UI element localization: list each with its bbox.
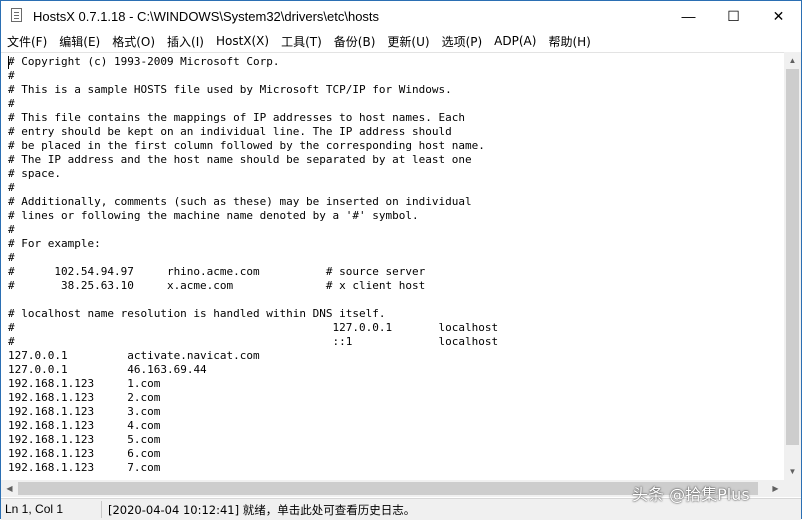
menu-hostx[interactable]: HostX(X): [210, 34, 275, 48]
hosts-file-content[interactable]: # Copyright (c) 1993-2009 Microsoft Corp…: [1, 53, 784, 475]
menu-format[interactable]: 格式(O): [106, 33, 161, 50]
maximize-button[interactable]: ☐: [711, 1, 756, 31]
menu-insert[interactable]: 插入(I): [161, 33, 210, 50]
menu-options[interactable]: 选项(P): [436, 33, 489, 50]
notepad-page-icon[interactable]: [9, 8, 25, 24]
vertical-scrollbar[interactable]: ▲ ▼: [784, 52, 801, 480]
scroll-down-arrow-icon[interactable]: ▼: [784, 463, 801, 480]
minimize-button[interactable]: —: [666, 1, 711, 31]
caption-buttons: — ☐ ✕: [666, 1, 801, 31]
text-caret: [8, 56, 9, 69]
menu-edit[interactable]: 编辑(E): [53, 33, 106, 50]
scroll-up-arrow-icon[interactable]: ▲: [784, 52, 801, 69]
vertical-scroll-thumb[interactable]: [786, 69, 799, 445]
menu-adp[interactable]: ADP(A): [488, 34, 542, 48]
app-window: HostsX 0.7.1.18 - C:\WINDOWS\System32\dr…: [0, 0, 802, 520]
scrollbar-corner: [784, 480, 801, 497]
scroll-right-arrow-icon[interactable]: ▶: [767, 480, 784, 497]
cursor-position: Ln 1, Col 1: [1, 501, 102, 518]
watermark-text: 头条 @拾集Plus: [632, 485, 750, 504]
close-button[interactable]: ✕: [756, 1, 801, 31]
menu-tools[interactable]: 工具(T): [275, 33, 328, 50]
hosts-text-editor[interactable]: # Copyright (c) 1993-2009 Microsoft Corp…: [1, 52, 784, 481]
scroll-left-arrow-icon[interactable]: ◀: [1, 480, 18, 497]
menu-help[interactable]: 帮助(H): [542, 33, 596, 50]
menu-file[interactable]: 文件(F): [1, 33, 53, 50]
menu-update[interactable]: 更新(U): [381, 33, 435, 50]
window-title: HostsX 0.7.1.18 - C:\WINDOWS\System32\dr…: [33, 8, 380, 24]
menu-backup[interactable]: 备份(B): [328, 33, 382, 50]
menu-bar: 文件(F) 编辑(E) 格式(O) 插入(I) HostX(X) 工具(T) 备…: [1, 31, 801, 51]
title-bar[interactable]: HostsX 0.7.1.18 - C:\WINDOWS\System32\dr…: [1, 1, 801, 31]
status-log-message[interactable]: [2020-04-04 10:12:41] 就绪，单击此处可查看历史日志。: [102, 502, 415, 518]
